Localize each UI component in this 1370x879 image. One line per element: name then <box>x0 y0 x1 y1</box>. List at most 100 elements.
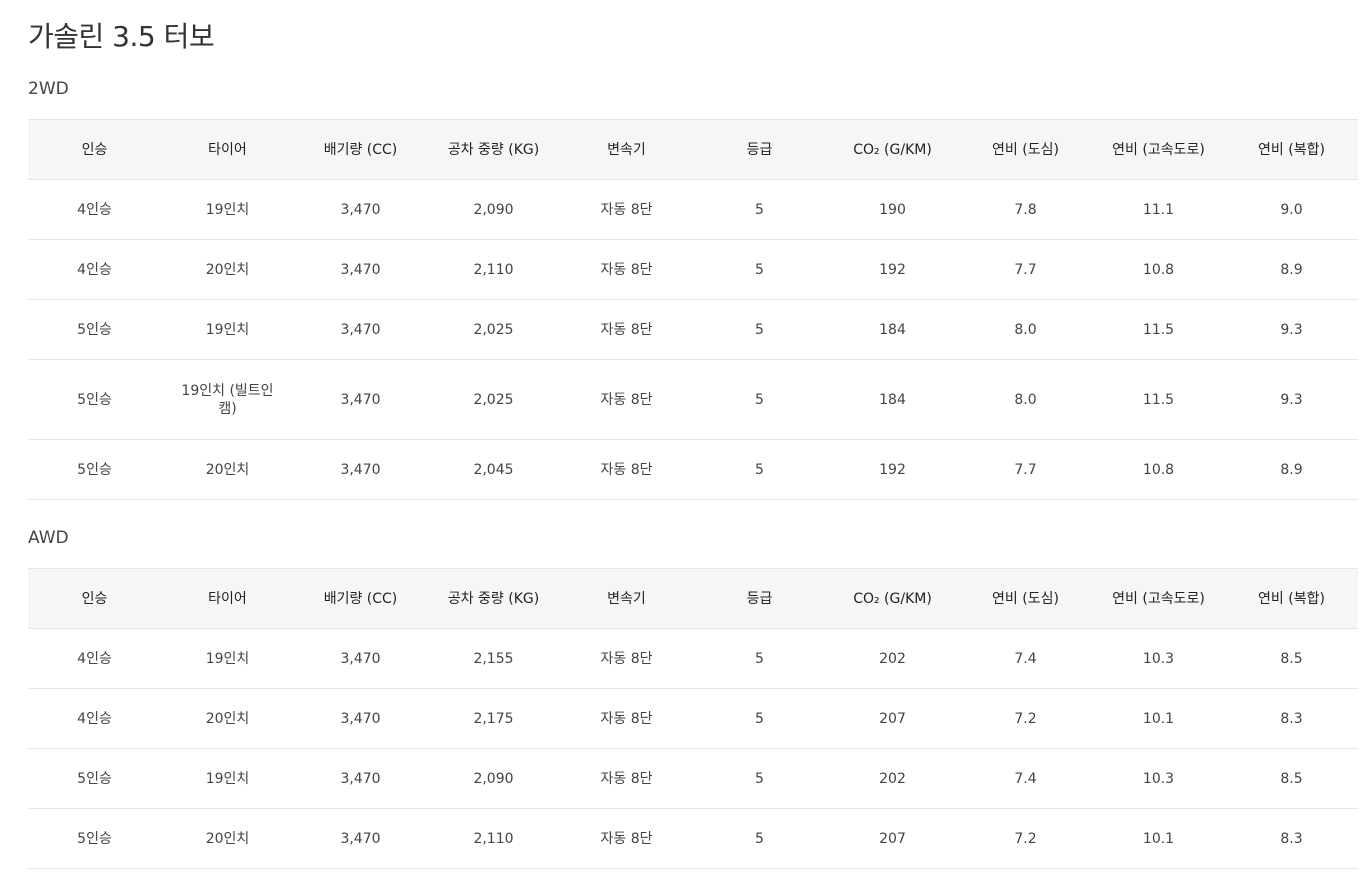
table-cell: 자동 8단 <box>560 628 693 689</box>
table-body: 4인승 19인치 3,470 2,090 자동 8단 5 190 7.8 11.1 9.0 4인승 2… <box>28 179 1358 500</box>
table-cell: 3,470 <box>294 179 427 240</box>
table-cell: 3,470 <box>294 748 427 809</box>
table-cell: 2,090 <box>427 179 560 240</box>
table-cell: 3,470 <box>294 628 427 689</box>
table-cell: 10.1 <box>1092 808 1225 869</box>
table-cell: 19인치 (빌트인 캠) <box>161 359 294 440</box>
table-cell: 10.3 <box>1092 748 1225 809</box>
table-cell: 자동 8단 <box>560 359 693 440</box>
table-body: 4인승 19인치 3,470 2,155 자동 8단 5 202 7.4 10.3 8.5 4인승 2… <box>28 628 1358 869</box>
table-cell: 5 <box>693 748 826 809</box>
table-cell: 5 <box>693 299 826 360</box>
table-cell: 7.4 <box>959 748 1092 809</box>
section-label-awd: AWD <box>28 528 69 548</box>
table-cell: 5 <box>693 359 826 440</box>
table-cell: 자동 8단 <box>560 179 693 240</box>
column-header: 연비 (도심) <box>959 119 1092 180</box>
table-cell: 10.1 <box>1092 688 1225 749</box>
table-cell: 7.7 <box>959 239 1092 300</box>
table-cell: 19인치 <box>161 748 294 809</box>
column-header: 연비 (복합) <box>1225 119 1358 180</box>
table-cell: 11.1 <box>1092 179 1225 240</box>
table-cell: 2,025 <box>427 299 560 360</box>
table-row: 5인승 20인치 3,470 2,045 자동 8단 5 192 7.7 10.8 8.9 <box>28 439 1358 500</box>
table-row: 5인승 19인치 (빌트인 캠) 3,470 2,025 자동 8단 5 184 8.0 11.… <box>28 359 1358 440</box>
column-header: 타이어 <box>161 568 294 629</box>
table-cell: 7.8 <box>959 179 1092 240</box>
table-cell: 8.0 <box>959 299 1092 360</box>
table-cell: 19인치 <box>161 628 294 689</box>
table-cell: 7.4 <box>959 628 1092 689</box>
table-cell: 8.3 <box>1225 808 1358 869</box>
table-cell: 3,470 <box>294 239 427 300</box>
column-header: 연비 (고속도로) <box>1092 119 1225 180</box>
table-row: 5인승 19인치 3,470 2,090 자동 8단 5 202 7.4 10.3 8.5 <box>28 748 1358 809</box>
table-row: 4인승 19인치 3,470 2,090 자동 8단 5 190 7.8 11.1 9.0 <box>28 179 1358 240</box>
column-header: 공차 중량 (KG) <box>427 119 560 180</box>
table-cell: 2,110 <box>427 808 560 869</box>
column-header: 연비 (도심) <box>959 568 1092 629</box>
table-cell: 11.5 <box>1092 299 1225 360</box>
table-cell: 5인승 <box>28 748 161 809</box>
table-cell: 3,470 <box>294 439 427 500</box>
column-header: CO₂ (G/KM) <box>826 119 959 180</box>
table-cell: 5인승 <box>28 439 161 500</box>
table-cell: 2,110 <box>427 239 560 300</box>
table-cell: 4인승 <box>28 688 161 749</box>
table-cell: 7.2 <box>959 688 1092 749</box>
table-cell: 4인승 <box>28 179 161 240</box>
table-cell: 5 <box>693 439 826 500</box>
table-cell: 19인치 <box>161 179 294 240</box>
table-cell: 8.5 <box>1225 628 1358 689</box>
table-cell: 자동 8단 <box>560 808 693 869</box>
table-cell: 192 <box>826 239 959 300</box>
table-cell: 5인승 <box>28 808 161 869</box>
table-cell: 202 <box>826 748 959 809</box>
table-row: 5인승 20인치 3,470 2,110 자동 8단 5 207 7.2 10.1 8.3 <box>28 808 1358 869</box>
table-cell: 3,470 <box>294 359 427 440</box>
table-cell: 20인치 <box>161 239 294 300</box>
table-cell: 자동 8단 <box>560 439 693 500</box>
table-cell: 3,470 <box>294 688 427 749</box>
table-row: 5인승 19인치 3,470 2,025 자동 8단 5 184 8.0 11.5 9.3 <box>28 299 1358 360</box>
column-header: 연비 (고속도로) <box>1092 568 1225 629</box>
table-cell: 20인치 <box>161 688 294 749</box>
table-cell: 10.8 <box>1092 439 1225 500</box>
column-header: 변속기 <box>560 568 693 629</box>
table-row: 4인승 19인치 3,470 2,155 자동 8단 5 202 7.4 10.3 8.5 <box>28 628 1358 689</box>
table-cell: 9.3 <box>1225 299 1358 360</box>
table-cell: 5 <box>693 239 826 300</box>
table-cell: 207 <box>826 808 959 869</box>
table-cell: 2,045 <box>427 439 560 500</box>
table-cell: 11.5 <box>1092 359 1225 440</box>
table-cell: 8.0 <box>959 359 1092 440</box>
table-cell: 207 <box>826 688 959 749</box>
table-cell: 3,470 <box>294 299 427 360</box>
table-cell: 184 <box>826 359 959 440</box>
table-cell: 9.0 <box>1225 179 1358 240</box>
table-cell: 3,470 <box>294 808 427 869</box>
table-cell: 7.7 <box>959 439 1092 500</box>
table-cell: 202 <box>826 628 959 689</box>
table-cell: 2,175 <box>427 688 560 749</box>
column-header: 등급 <box>693 119 826 180</box>
column-header: CO₂ (G/KM) <box>826 568 959 629</box>
table-cell: 8.5 <box>1225 748 1358 809</box>
table-cell: 5 <box>693 179 826 240</box>
table-cell: 자동 8단 <box>560 239 693 300</box>
table-cell: 20인치 <box>161 808 294 869</box>
table-header-row: 인승 타이어 배기량 (CC) 공차 중량 (KG) 변속기 등급 CO₂ (G/KM) 연비… <box>28 119 1358 180</box>
column-header: 배기량 (CC) <box>294 119 427 180</box>
table-cell: 자동 8단 <box>560 688 693 749</box>
table-cell: 192 <box>826 439 959 500</box>
column-header: 변속기 <box>560 119 693 180</box>
table-cell: 5인승 <box>28 359 161 440</box>
table-header-row: 인승 타이어 배기량 (CC) 공차 중량 (KG) 변속기 등급 CO₂ (G/KM) 연비… <box>28 568 1358 629</box>
table-cell: 8.3 <box>1225 688 1358 749</box>
table-cell: 7.2 <box>959 808 1092 869</box>
spec-table-awd: 인승 타이어 배기량 (CC) 공차 중량 (KG) 변속기 등급 CO₂ (G/KM) 연비… <box>28 568 1358 869</box>
table-cell: 5 <box>693 628 826 689</box>
column-header: 인승 <box>28 568 161 629</box>
table-cell: 5 <box>693 688 826 749</box>
table-cell: 10.8 <box>1092 239 1225 300</box>
